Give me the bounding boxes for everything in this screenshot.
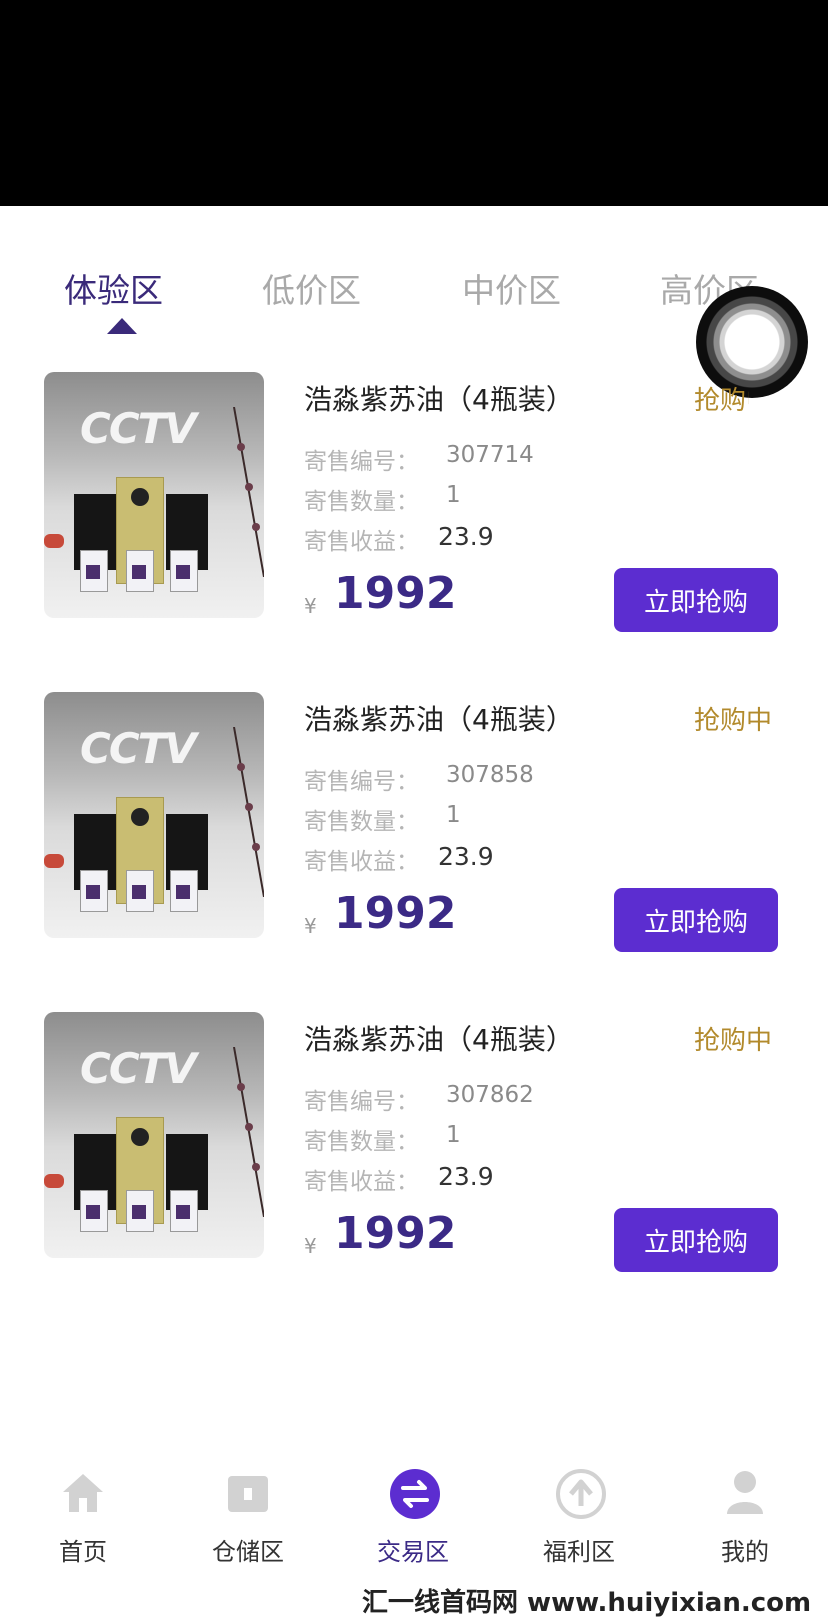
decoration bbox=[44, 854, 64, 868]
field-label: 寄售收益： bbox=[304, 849, 419, 875]
product-title[interactable]: 浩淼紫苏油（4瓶装） bbox=[304, 1018, 574, 1058]
status-badge: 抢购中 bbox=[694, 386, 773, 416]
nav-item-warehouse[interactable]: 仓储区 bbox=[193, 1468, 303, 1567]
field-value: 307862 bbox=[446, 1082, 534, 1108]
branch-decoration-icon bbox=[233, 727, 264, 897]
field-label: 寄售编号： bbox=[304, 1089, 419, 1115]
exchange-icon bbox=[389, 1468, 440, 1519]
cctv-logo: CCTV bbox=[80, 1044, 197, 1093]
nav-item-welfare[interactable]: 福利区 bbox=[524, 1468, 634, 1567]
currency-symbol: ¥ bbox=[304, 1234, 317, 1258]
bottle-image bbox=[170, 550, 198, 592]
consign-number-row: 寄售编号： 307858 bbox=[304, 762, 534, 796]
bottle-image bbox=[80, 1190, 108, 1232]
nav-item-home[interactable]: 首页 bbox=[28, 1468, 138, 1567]
field-label: 寄售收益： bbox=[304, 529, 419, 555]
nav-item-exchange[interactable]: 交易区 bbox=[358, 1468, 468, 1567]
field-value: 23.9 bbox=[438, 842, 494, 871]
field-value: 1 bbox=[446, 802, 461, 828]
decoration bbox=[44, 534, 64, 548]
status-badge: 抢购中 bbox=[694, 706, 773, 736]
watermark-text: 汇一线首码网 www.huiyixian.com bbox=[362, 1588, 812, 1618]
consign-income-row: 寄售收益： 23.9 bbox=[304, 842, 494, 876]
nav-label: 仓储区 bbox=[212, 1538, 284, 1566]
field-value: 1 bbox=[446, 482, 461, 508]
bottom-nav: 首页 仓储区 交易区 福利区 我的 bbox=[0, 1452, 828, 1598]
bottle-image bbox=[126, 550, 154, 592]
consign-number-row: 寄售编号： 307714 bbox=[304, 442, 534, 476]
price: 1992 bbox=[334, 888, 457, 939]
bottle-image bbox=[80, 550, 108, 592]
field-value: 1 bbox=[446, 1122, 461, 1148]
buy-now-button[interactable]: 立即抢购 bbox=[614, 1208, 778, 1272]
branch-decoration-icon bbox=[233, 407, 264, 577]
bottle-image bbox=[170, 1190, 198, 1232]
bottle-image bbox=[80, 870, 108, 912]
consign-quantity-row: 寄售数量： 1 bbox=[304, 802, 461, 836]
product-thumbnail[interactable]: CCTV bbox=[44, 372, 264, 618]
upload-arrow-icon bbox=[555, 1468, 606, 1519]
bottle-image bbox=[126, 1190, 154, 1232]
price: 1992 bbox=[334, 1208, 457, 1259]
bottle-image bbox=[170, 870, 198, 912]
field-label: 寄售数量： bbox=[304, 1129, 419, 1155]
field-label: 寄售编号： bbox=[304, 769, 419, 795]
branch-decoration-icon bbox=[233, 1047, 264, 1217]
field-label: 寄售数量： bbox=[304, 809, 419, 835]
currency-symbol: ¥ bbox=[304, 594, 317, 618]
field-value: 307858 bbox=[446, 762, 534, 788]
home-icon bbox=[59, 1468, 107, 1516]
field-label: 寄售收益： bbox=[304, 1169, 419, 1195]
field-value: 23.9 bbox=[438, 522, 494, 551]
product-thumbnail[interactable]: CCTV bbox=[44, 1012, 264, 1258]
product-title[interactable]: 浩淼紫苏油（4瓶装） bbox=[304, 378, 574, 418]
nav-label: 福利区 bbox=[543, 1538, 615, 1566]
status-bar-black bbox=[0, 0, 828, 206]
cctv-logo: CCTV bbox=[80, 404, 197, 453]
consign-quantity-row: 寄售数量： 1 bbox=[304, 482, 461, 516]
tab-mid-price[interactable]: 中价区 bbox=[462, 264, 561, 312]
field-value: 307714 bbox=[446, 442, 534, 468]
tab-low-price[interactable]: 低价区 bbox=[262, 264, 361, 312]
currency-symbol: ¥ bbox=[304, 914, 317, 938]
tab-experience[interactable]: 体验区 bbox=[64, 264, 163, 312]
product-card: CCTV 浩淼紫苏油（4瓶装） 抢购中 寄售编号： 307862 寄售数量： 1 寄… bbox=[0, 1012, 828, 1282]
product-title[interactable]: 浩淼紫苏油（4瓶装） bbox=[304, 698, 574, 738]
field-value: 23.9 bbox=[438, 1162, 494, 1191]
buy-now-button[interactable]: 立即抢购 bbox=[614, 888, 778, 952]
product-card: CCTV 浩淼紫苏油（4瓶装） 抢购中 寄售编号： 307858 寄售数量： 1 寄… bbox=[0, 692, 828, 962]
active-tab-indicator bbox=[107, 318, 137, 334]
price: 1992 bbox=[334, 568, 457, 619]
consign-income-row: 寄售收益： 23.9 bbox=[304, 1162, 494, 1196]
consign-number-row: 寄售编号： 307862 bbox=[304, 1082, 534, 1116]
product-card: CCTV 浩淼紫苏油（4瓶装） 抢购中 寄售编号： 307714 寄售数量： 1 寄… bbox=[0, 372, 828, 642]
bottle-image bbox=[126, 870, 154, 912]
cctv-logo: CCTV bbox=[80, 724, 197, 773]
field-label: 寄售编号： bbox=[304, 449, 419, 475]
decoration bbox=[44, 1174, 64, 1188]
warehouse-icon bbox=[224, 1468, 272, 1516]
status-badge: 抢购中 bbox=[694, 1026, 773, 1056]
product-thumbnail[interactable]: CCTV bbox=[44, 692, 264, 938]
buy-now-button[interactable]: 立即抢购 bbox=[614, 568, 778, 632]
consign-income-row: 寄售收益： 23.9 bbox=[304, 522, 494, 556]
nav-item-mine[interactable]: 我的 bbox=[690, 1468, 800, 1567]
person-icon bbox=[721, 1468, 769, 1516]
nav-label: 交易区 bbox=[377, 1538, 449, 1566]
nav-label: 首页 bbox=[59, 1538, 107, 1566]
field-label: 寄售数量： bbox=[304, 489, 419, 515]
consign-quantity-row: 寄售数量： 1 bbox=[304, 1122, 461, 1156]
nav-label: 我的 bbox=[721, 1538, 769, 1566]
